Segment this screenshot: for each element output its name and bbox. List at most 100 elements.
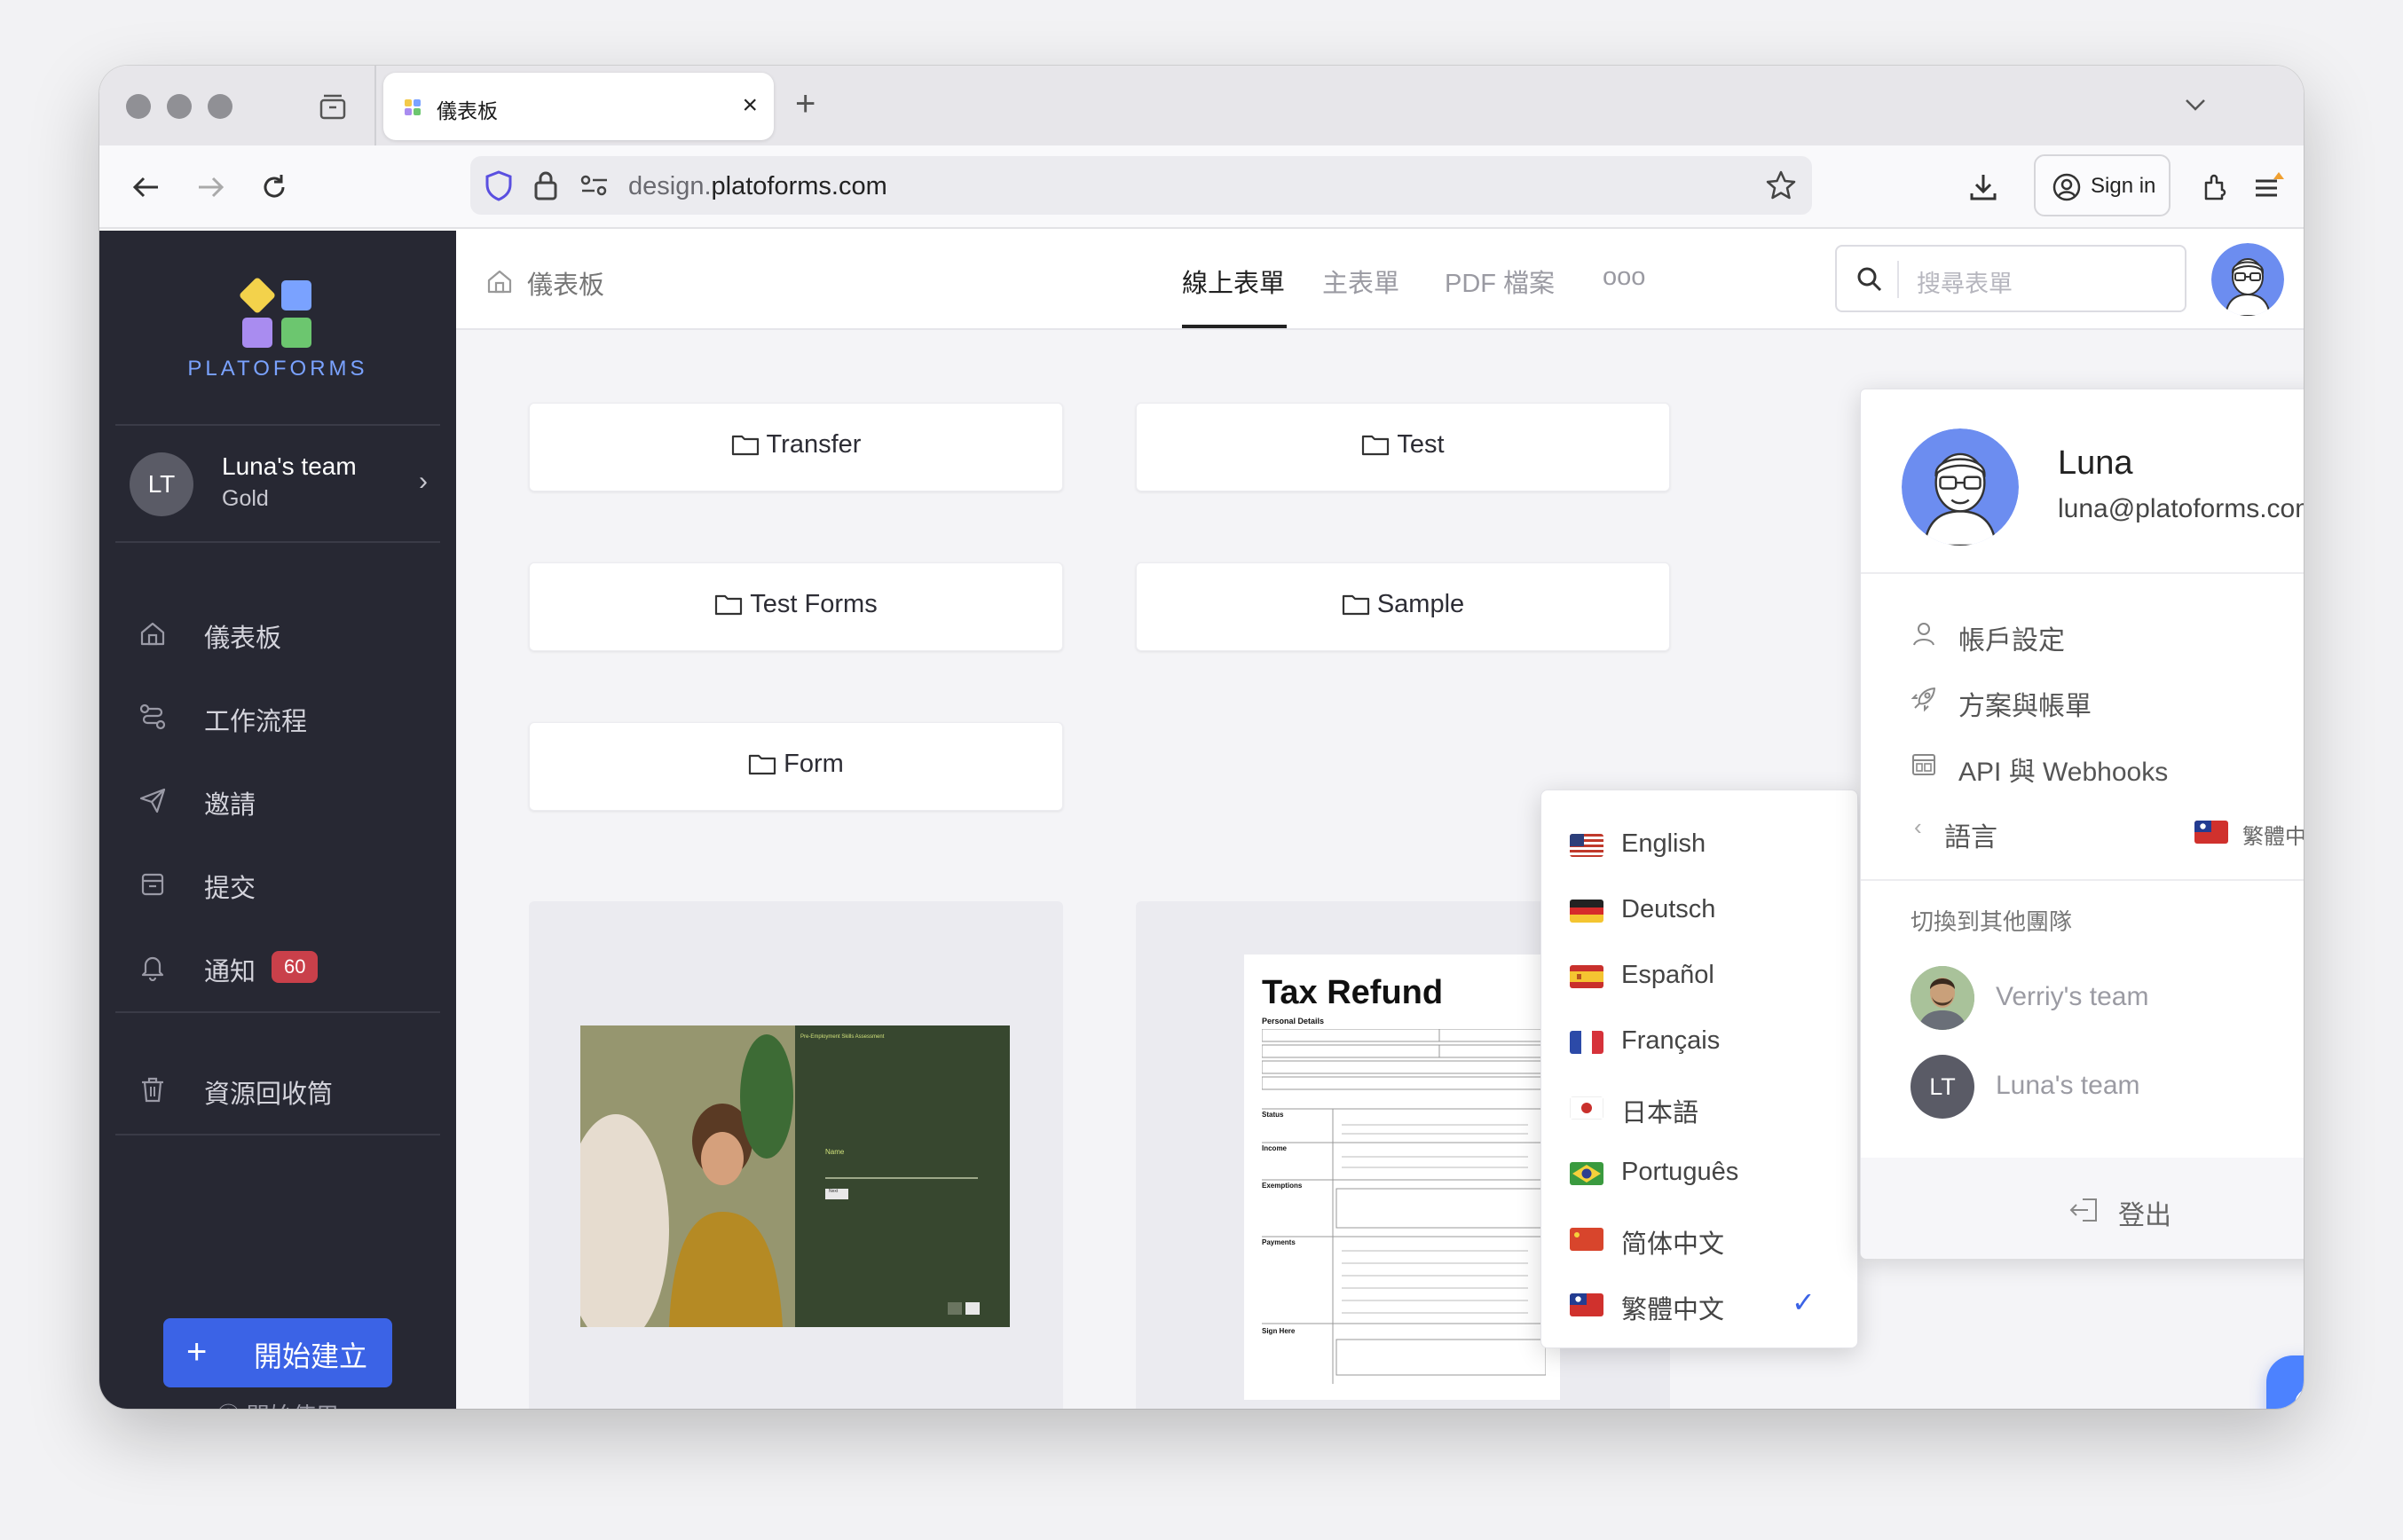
language-item[interactable]: ‹ 語言 繁體中文 [1911,808,2304,852]
menu-item-label: 帳戶設定 [1958,626,2065,656]
create-button-label: 開始建立 [254,1340,368,1372]
new-tab-button[interactable]: + [795,82,815,126]
plus-icon: + [186,1332,208,1371]
extensions-icon[interactable] [2199,170,2233,204]
minimize-window-button[interactable] [167,94,192,119]
browser-toolbar: design.platoforms.com Sign in [99,145,2304,229]
de-flag-icon [1570,900,1603,923]
card-field-label: Name [825,1148,845,1156]
brand-logo[interactable]: PLATOFORMS [99,231,456,417]
sidebar-item-invite[interactable]: 邀請 [138,774,422,823]
folder-card[interactable]: Test Forms [529,562,1063,651]
lock-icon[interactable] [531,169,561,202]
back-arrow-icon[interactable] [130,170,163,204]
team-name: Luna's team [222,452,357,480]
folder-icon [1342,594,1369,616]
folder-card[interactable]: Form [529,722,1063,811]
star-bookmark-icon[interactable] [1764,169,1798,202]
language-option-espanol[interactable]: Español [1541,948,1857,1002]
tax-card-title: Tax Refund [1262,974,1444,1011]
sidebar-item-label: 工作流程 [204,708,308,736]
inbox-icon [141,873,164,896]
forward-arrow-icon[interactable] [193,170,227,204]
current-language: 繁體中文 [2242,825,2304,849]
language-option-simplified-chinese[interactable]: 简体中文 [1541,1211,1857,1264]
language-option-label: 日本語 [1621,1099,1699,1128]
jp-flag-icon [1570,1096,1603,1120]
api-webhooks-item[interactable]: API 與 Webhooks [1911,742,2304,787]
team-option-luna[interactable]: LT Luna's team ✓ [1911,1053,2304,1120]
form-card[interactable]: Pre-Employment Skills Assessment Name Ne… [529,901,1063,1409]
tax-card-section: Personal Details [1262,1017,1325,1025]
form-thumbnail-employment [580,1025,1010,1327]
url-domain: platoforms.com [711,172,887,200]
hamburger-menu-icon[interactable] [2250,170,2284,204]
tab-groups-icon[interactable] [318,92,348,122]
plans-billing-item[interactable]: 方案與帳單 [1911,677,2304,721]
download-icon[interactable] [1966,170,2000,204]
tab-more[interactable]: ooo [1603,263,1645,292]
language-option-francais[interactable]: Français [1541,1014,1857,1067]
get-started-link[interactable]: ⓪ 開始使用 [99,1398,456,1409]
switch-team-heading: 切換到其他團隊 [1911,908,2073,935]
team-option-label: Luna's team [1996,1071,2140,1100]
language-option-japanese[interactable]: 日本語 [1541,1080,1857,1133]
sidebar: PLATOFORMS LT Luna's team Gold › 儀表板 工作流… [99,231,456,1409]
url-text[interactable]: design.platoforms.com [628,172,887,201]
sign-in-button[interactable]: Sign in [2034,154,2171,216]
notification-count-badge: 60 [272,951,319,983]
chevron-right-icon: › [419,467,428,496]
folder-label: Sample [1137,590,1669,619]
team-option-verriy[interactable]: Verriy's team [1911,964,2304,1032]
tax-form-lines [1262,1029,1546,1384]
sign-in-label: Sign in [2091,174,2156,198]
sidebar-item-trash[interactable]: 資源回收筒 [138,1063,422,1112]
sidebar-item-submissions[interactable]: 提交 [138,857,422,907]
sidebar-item-label: 儀表板 [204,625,282,653]
sidebar-item-notifications[interactable]: 通知 60 [138,940,422,990]
create-button[interactable]: + 開始建立 [163,1318,392,1387]
browser-tab-active[interactable]: 儀表板 × [383,73,774,140]
team-avatar: LT [130,452,193,516]
language-option-traditional-chinese[interactable]: 繁體中文 ✓ [1541,1277,1857,1330]
zoom-window-button[interactable] [208,94,232,119]
team-avatar [1911,966,1974,1030]
shield-icon[interactable] [483,169,515,202]
profile-avatar [1902,428,2019,546]
tab-online-forms[interactable]: 線上表單 [1182,263,1285,300]
folder-label: Transfer [530,430,1062,460]
address-bar[interactable]: design.platoforms.com [470,156,1812,215]
folder-card[interactable]: Transfer [529,403,1063,491]
folder-icon [731,435,759,456]
folder-label: Test Forms [530,590,1062,619]
tab-close-icon[interactable]: × [742,90,758,121]
profile-divider [1861,572,2304,574]
trash-icon [142,1077,163,1103]
profile-email: luna@platoforms.com [2058,494,2304,523]
chevron-down-icon[interactable] [2179,89,2211,121]
language-option-deutsch[interactable]: Deutsch [1541,883,1857,936]
language-option-portugues[interactable]: Português [1541,1145,1857,1198]
tab-pdf-files[interactable]: PDF 檔案 [1445,263,1555,300]
language-option-label: Deutsch [1621,895,1716,923]
breadcrumb-label: 儀表板 [527,271,605,300]
team-switcher[interactable]: LT Luna's team Gold › [130,447,431,518]
user-icon [1913,623,1934,646]
search-input[interactable]: 搜尋表單 [1835,245,2186,312]
language-option-english[interactable]: English [1541,817,1857,870]
user-avatar-button[interactable] [2211,243,2284,316]
folder-card[interactable]: Test [1136,403,1670,491]
fr-flag-icon [1570,1031,1603,1054]
sidebar-item-workflow[interactable]: 工作流程 [138,690,422,740]
sidebar-item-dashboard[interactable]: 儀表板 [138,607,422,656]
reload-icon[interactable] [257,170,291,204]
close-window-button[interactable] [126,94,151,119]
account-settings-item[interactable]: 帳戶設定 [1911,611,2304,656]
folder-icon [1362,435,1390,456]
menu-item-label: 語言 [1944,823,1997,852]
site-settings-icon[interactable] [579,172,611,199]
sidebar-item-label: 通知 [204,958,256,986]
tab-master-forms[interactable]: 主表單 [1322,263,1399,300]
folder-card[interactable]: Sample [1136,562,1670,651]
account-icon [2052,173,2081,201]
